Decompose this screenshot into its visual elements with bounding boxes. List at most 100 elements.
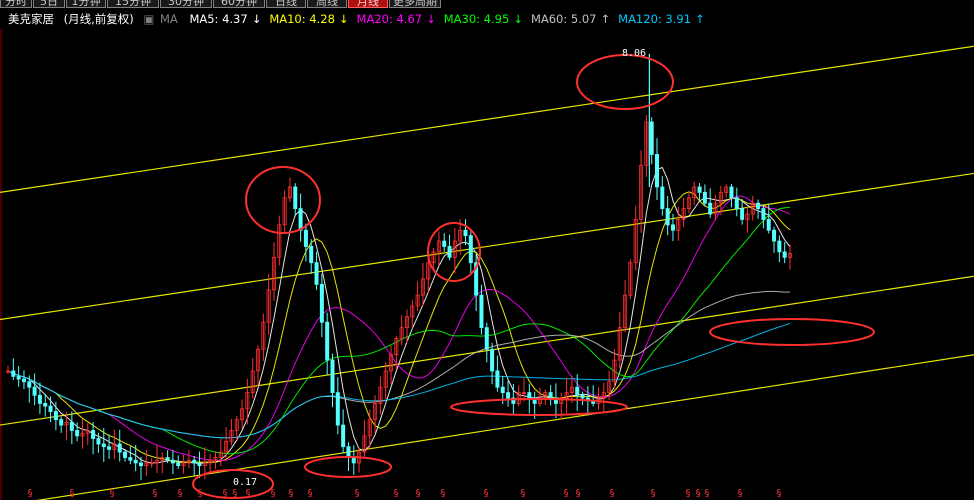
candle-body bbox=[702, 191, 707, 204]
chart-legend: 美克家居 (月线,前复权) ▣ MA MA5: 4.37 ↓ MA10: 4.28 ↓… bbox=[0, 9, 705, 29]
ma-value: MA20: 4.67 bbox=[356, 12, 423, 26]
bottom-3 bbox=[450, 398, 628, 416]
candle-body bbox=[123, 451, 128, 458]
peak-3 bbox=[576, 54, 674, 110]
signal-marker: § bbox=[70, 488, 75, 499]
candle-body bbox=[197, 462, 202, 467]
signal-marker: § bbox=[705, 488, 710, 499]
candle-body bbox=[500, 386, 505, 393]
candle-body bbox=[330, 359, 335, 393]
channel-1 bbox=[0, 45, 974, 193]
signal-marker: § bbox=[153, 488, 158, 499]
signal-marker: § bbox=[394, 488, 399, 499]
signal-marker: § bbox=[110, 488, 115, 499]
candle-body bbox=[479, 294, 484, 329]
candle-body bbox=[319, 283, 324, 323]
candle-body bbox=[575, 386, 580, 396]
candle-body bbox=[351, 457, 356, 464]
candle-body bbox=[303, 229, 308, 247]
tab-8[interactable]: 月线 bbox=[348, 0, 388, 8]
tab-4[interactable]: 30分钟 bbox=[160, 0, 212, 8]
tab-6[interactable]: 日线 bbox=[266, 0, 306, 8]
signal-marker: § bbox=[696, 488, 701, 499]
signal-marker: § bbox=[686, 488, 691, 499]
candle-body bbox=[16, 375, 21, 380]
candle-body bbox=[37, 394, 42, 404]
tab-1[interactable]: 5日 bbox=[33, 0, 65, 8]
ma-arrow: ↑ bbox=[600, 12, 611, 26]
tab-7[interactable]: 周线 bbox=[307, 0, 347, 8]
candle-body bbox=[468, 235, 473, 264]
candle-body bbox=[341, 424, 346, 448]
ma-item-2: MA20: 4.67 ↓ bbox=[357, 12, 436, 26]
candle-body bbox=[734, 197, 739, 209]
ma-item-1: MA10: 4.28 ↓ bbox=[269, 12, 348, 26]
candle-body bbox=[107, 446, 112, 450]
candle-body bbox=[91, 430, 96, 439]
candle-body bbox=[665, 208, 670, 226]
ma-value: MA60: 5.07 bbox=[530, 12, 597, 26]
candle-body bbox=[192, 459, 197, 464]
signal-marker: § bbox=[178, 488, 183, 499]
candle-body bbox=[335, 392, 340, 426]
candle-body bbox=[138, 462, 143, 467]
candle-body bbox=[128, 457, 133, 461]
candle-body bbox=[740, 208, 745, 220]
candle-body bbox=[53, 411, 58, 421]
candle-body bbox=[314, 262, 319, 285]
candle-body bbox=[766, 219, 771, 231]
signal-marker: § bbox=[416, 488, 421, 499]
candlestick-chart[interactable]: § § § § § § § § § § § § § § § § § § § § § § § § § § § 8.06 0.17 bbox=[0, 0, 974, 500]
candle-body bbox=[117, 443, 122, 453]
signal-marker: § bbox=[484, 488, 489, 499]
signal-marker: § bbox=[441, 488, 446, 499]
candle-body bbox=[176, 462, 181, 467]
candle-body bbox=[442, 240, 447, 247]
candle-body bbox=[729, 186, 734, 199]
ma-value: MA5: 4.37 bbox=[189, 12, 248, 26]
candle-body bbox=[463, 229, 468, 237]
stock-name: 美克家居 bbox=[8, 12, 54, 26]
candle-body bbox=[11, 370, 16, 377]
bottom-markers: § § § § § § § § § § § § § § § § § § § § § § § § § § § bbox=[28, 488, 782, 499]
candle-body bbox=[447, 246, 452, 258]
tab-5[interactable]: 60分钟 bbox=[213, 0, 265, 8]
candle-body bbox=[101, 443, 106, 448]
candle-body bbox=[298, 208, 303, 231]
candle-body bbox=[165, 457, 170, 461]
ma-arrow: ↓ bbox=[426, 12, 436, 26]
signal-marker: § bbox=[355, 488, 360, 499]
signal-marker: § bbox=[289, 488, 294, 499]
candle-body bbox=[777, 240, 782, 253]
tab-9[interactable]: 更多周期 bbox=[389, 0, 441, 8]
tab-3[interactable]: 15分钟 bbox=[107, 0, 159, 8]
period-tab-bar: 分时 5日 1分钟 15分钟 30分钟 60分钟 日线 周线 月线 更多周期 bbox=[0, 0, 974, 9]
candle-body bbox=[772, 229, 777, 242]
moving-average-lines bbox=[7, 166, 791, 465]
signal-marker: § bbox=[564, 488, 569, 499]
highlight-circles bbox=[192, 54, 875, 499]
candle-body bbox=[27, 381, 32, 388]
ma-arrow: ↓ bbox=[338, 12, 349, 26]
signal-marker: § bbox=[576, 488, 581, 499]
candle-body bbox=[21, 378, 26, 383]
tab-0[interactable]: 分时 bbox=[0, 0, 32, 8]
candle-body bbox=[484, 327, 489, 350]
ma-arrow: ↓ bbox=[513, 12, 523, 26]
signal-marker: § bbox=[521, 488, 526, 499]
signal-marker: § bbox=[246, 488, 251, 499]
candle-body bbox=[48, 405, 53, 412]
candle-body bbox=[309, 246, 314, 264]
candle-body bbox=[506, 392, 511, 399]
candle-body bbox=[32, 386, 37, 396]
ma-value: MA10: 4.28 bbox=[269, 12, 335, 26]
candle-body bbox=[655, 154, 660, 188]
candle-body bbox=[697, 186, 702, 193]
tab-2[interactable]: 1分钟 bbox=[66, 0, 106, 8]
candle-body bbox=[708, 202, 713, 215]
ma-toggle[interactable]: ▣ bbox=[143, 12, 154, 26]
channel-lines bbox=[0, 45, 974, 500]
signal-marker: § bbox=[198, 488, 203, 499]
signal-marker: § bbox=[777, 488, 782, 499]
candle-body bbox=[59, 419, 64, 426]
